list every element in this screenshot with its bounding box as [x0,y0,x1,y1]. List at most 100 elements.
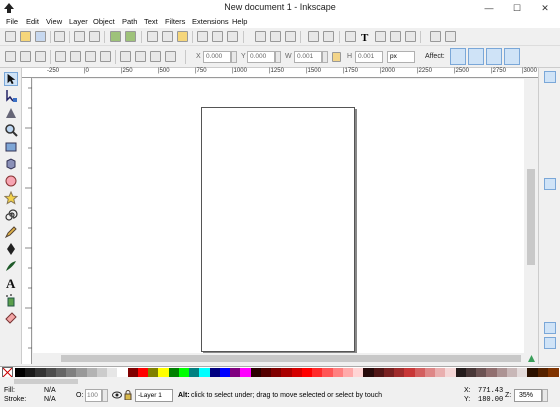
fill-stroke-icon[interactable] [345,31,356,42]
affect-patterns-button[interactable] [504,48,520,65]
drawing-canvas[interactable] [33,79,524,353]
zoom-field[interactable]: 35% [514,389,542,402]
zoom-selection-icon[interactable] [197,31,208,42]
pen-tool-icon[interactable] [4,242,18,256]
opacity-field[interactable]: 100 [85,389,102,402]
text-font-icon[interactable]: T [360,31,371,42]
snap-line-midpoints-icon[interactable] [544,259,556,271]
tweak-tool-icon[interactable] [4,106,18,120]
color-swatch[interactable] [547,368,559,377]
menu-edit[interactable]: Edit [26,17,39,26]
zoom-page-icon[interactable] [227,31,238,42]
menu-path[interactable]: Path [122,17,137,26]
select-all-icon[interactable] [5,51,16,62]
snap-bbox-corners-icon[interactable] [544,124,556,136]
eraser-tool-icon[interactable] [4,310,18,324]
preferences-icon[interactable] [430,31,441,42]
vertical-scroll-thumb[interactable] [527,169,535,265]
snap-bbox-centers-icon[interactable] [544,156,556,168]
snap-guides-icon[interactable] [544,337,556,349]
snap-page-border-icon[interactable] [544,307,556,319]
palette-scroll-thumb[interactable] [14,379,78,384]
snap-bbox-icon[interactable] [544,92,556,104]
import-icon[interactable] [74,31,85,42]
menu-extensions[interactable]: Extensions [192,17,229,26]
lock-layer-icon[interactable] [124,390,132,400]
menu-object[interactable]: Object [93,17,115,26]
menu-help[interactable]: Help [232,17,247,26]
star-tool-icon[interactable] [4,191,18,205]
3d-box-tool-icon[interactable] [4,157,18,171]
save-icon[interactable] [35,31,46,42]
menu-layer[interactable]: Layer [69,17,88,26]
select-all-layers-icon[interactable] [20,51,31,62]
snap-bbox-edges-icon[interactable] [544,108,556,120]
menu-filters[interactable]: Filters [165,17,185,26]
unit-select[interactable]: px [387,51,415,63]
width-field[interactable]: 0.001 [294,51,322,63]
raise-icon[interactable] [135,51,146,62]
x-field[interactable]: 0.000 [203,51,231,63]
export-icon[interactable] [89,31,100,42]
document-page[interactable] [201,107,355,352]
opacity-spinner[interactable] [102,389,108,402]
clone-icon[interactable] [270,31,281,42]
zoom-spinner[interactable] [542,389,548,402]
snap-object-centers-icon[interactable] [544,275,556,287]
snap-rotation-centers-icon[interactable] [544,291,556,303]
enable-snapping-icon[interactable] [544,71,556,83]
rotate-ccw-icon[interactable] [55,51,66,62]
lower-to-bottom-icon[interactable] [165,51,176,62]
duplicate-icon[interactable] [255,31,266,42]
redo-icon[interactable] [125,31,136,42]
new-document-icon[interactable] [5,31,16,42]
affect-stroke-width-button[interactable] [450,48,466,65]
copy-icon[interactable] [147,31,158,42]
snap-grids-icon[interactable] [544,322,556,334]
flip-horizontal-icon[interactable] [85,51,96,62]
node-tool-icon[interactable] [4,89,18,103]
paste-icon[interactable] [177,31,188,42]
ungroup-icon[interactable] [323,31,334,42]
close-button[interactable]: ✕ [532,0,558,16]
menu-text[interactable]: Text [144,17,158,26]
lower-icon[interactable] [150,51,161,62]
menu-file[interactable]: File [6,17,18,26]
current-layer-select[interactable]: -Layer 1 [135,389,173,402]
raise-to-top-icon[interactable] [120,51,131,62]
print-icon[interactable] [54,31,65,42]
toggle-visibility-icon[interactable] [112,390,122,400]
document-properties-icon[interactable] [445,31,456,42]
palette-scrollbar[interactable] [0,377,560,385]
selector-tool-icon[interactable] [4,72,18,86]
stroke-value[interactable]: N/A [44,396,56,403]
snap-bbox-midpoints-icon[interactable] [544,140,556,152]
width-spinner[interactable] [322,51,328,63]
deselect-icon[interactable] [35,51,46,62]
height-field[interactable]: 0.001 [355,51,383,63]
snap-smooth-nodes-icon[interactable] [544,243,556,255]
group-icon[interactable] [308,31,319,42]
y-field[interactable]: 0.000 [247,51,275,63]
open-file-icon[interactable] [20,31,31,42]
zoom-tool-icon[interactable] [4,123,18,137]
vertical-scrollbar[interactable] [524,79,538,353]
horizontal-scroll-thumb[interactable] [61,355,521,362]
spiral-tool-icon[interactable] [4,208,18,222]
affect-corners-button[interactable] [468,48,484,65]
lock-ratio-icon[interactable] [332,52,341,62]
unlink-clone-icon[interactable] [285,31,296,42]
menu-view[interactable]: View [46,17,62,26]
x-spinner[interactable] [231,51,237,63]
horizontal-scrollbar[interactable] [33,353,538,364]
undo-icon[interactable] [110,31,121,42]
snap-paths-icon[interactable] [544,195,556,207]
xml-editor-icon[interactable] [390,31,401,42]
snap-nodes-icon[interactable] [544,178,556,190]
text-tool-icon[interactable]: A [4,276,18,290]
cut-icon[interactable] [162,31,173,42]
color-management-icon[interactable] [527,354,536,363]
calligraphy-tool-icon[interactable] [4,259,18,273]
rectangle-tool-icon[interactable] [4,140,18,154]
maximize-button[interactable]: ☐ [504,0,530,16]
